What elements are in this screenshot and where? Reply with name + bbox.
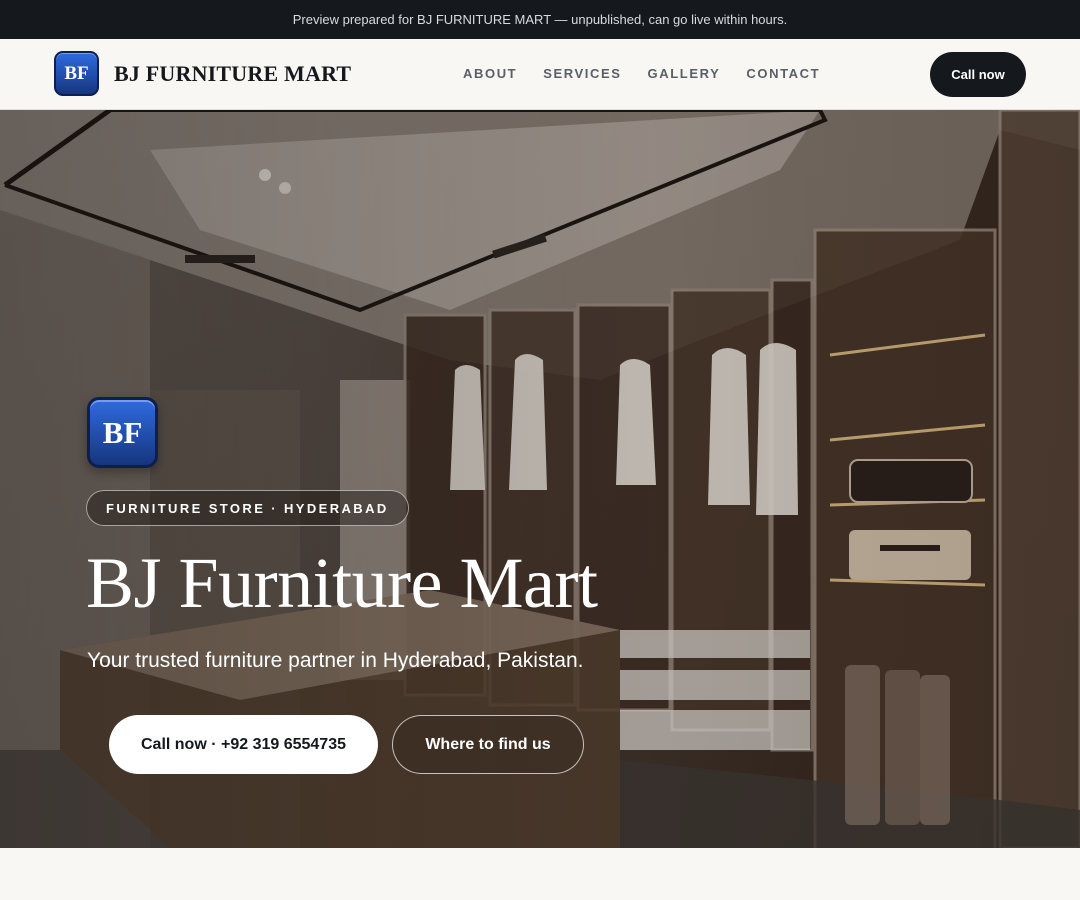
nav-gallery[interactable]: GALLERY <box>648 66 721 81</box>
nav-services[interactable]: SERVICES <box>543 66 621 81</box>
hero-category-tag: FURNITURE STORE · HYDERABAD <box>86 490 409 526</box>
main-nav: ABOUT SERVICES GALLERY CONTACT <box>463 66 846 81</box>
hero-title: BJ Furniture Mart <box>86 543 598 623</box>
call-now-button[interactable]: Call now <box>930 52 1026 97</box>
brand-name[interactable]: BJ FURNITURE MART <box>114 61 351 87</box>
hero-subtitle: Your trusted furniture partner in Hydera… <box>87 649 584 672</box>
brand[interactable]: BF BJ FURNITURE MART <box>54 51 351 96</box>
hero-section: BF FURNITURE STORE · HYDERABAD BJ Furnit… <box>0 110 1080 848</box>
where-to-find-us-button[interactable]: Where to find us <box>392 715 584 774</box>
hero-call-button[interactable]: Call now · +92 319 6554735 <box>109 715 378 774</box>
nav-contact[interactable]: CONTACT <box>746 66 820 81</box>
nav-about[interactable]: ABOUT <box>463 66 517 81</box>
preview-banner: Preview prepared for BJ FURNITURE MART —… <box>0 0 1080 39</box>
hero-logo: BF <box>87 397 158 468</box>
brand-logo[interactable]: BF <box>54 51 99 96</box>
site-header: BF BJ FURNITURE MART ABOUT SERVICES GALL… <box>0 39 1080 110</box>
